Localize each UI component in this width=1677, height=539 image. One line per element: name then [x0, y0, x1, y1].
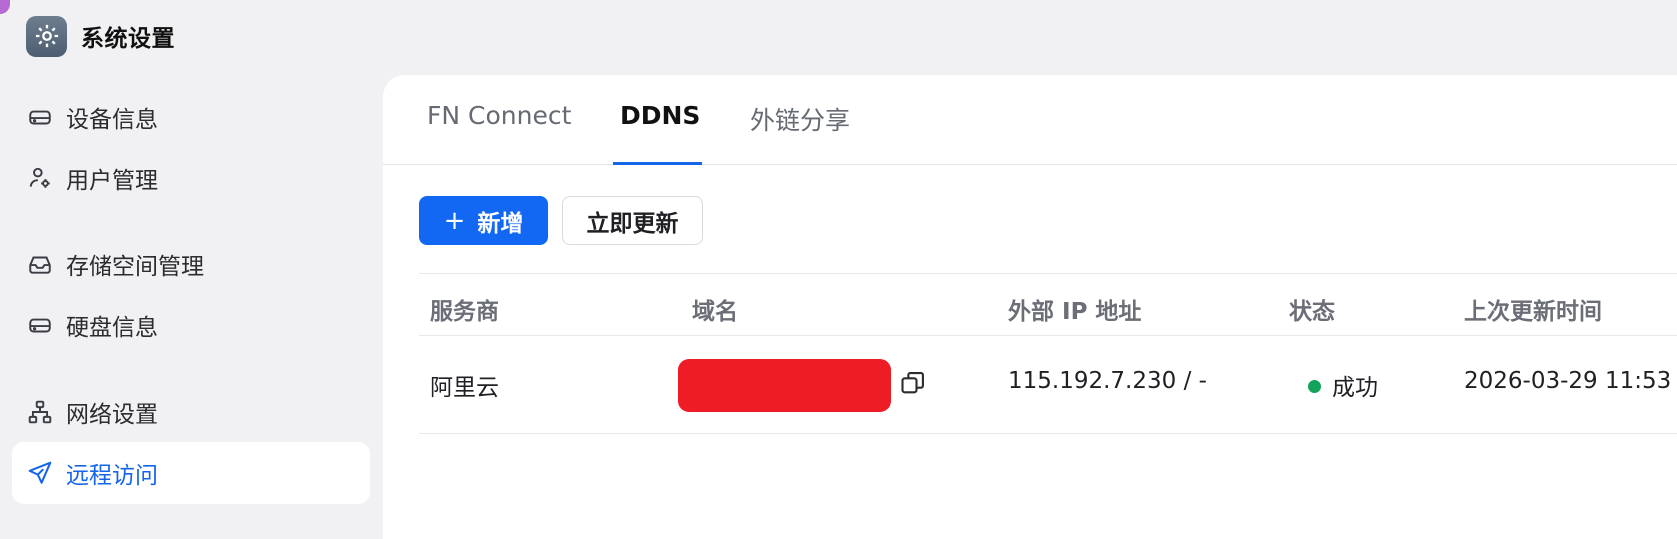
- table-row[interactable]: 阿里云 115.192.7.230 / - 成功 2026-03-29 11:5…: [419, 336, 1677, 434]
- sidebar-item-network-settings[interactable]: 网络设置: [12, 381, 370, 443]
- status-success-dot: [1308, 380, 1321, 393]
- column-header-provider: 服务商: [430, 299, 499, 325]
- plus-icon: +: [443, 205, 466, 236]
- sidebar-item-label: 设备信息: [66, 107, 158, 133]
- sidebar-item-label: 用户管理: [66, 168, 158, 194]
- gear-icon: [26, 15, 67, 57]
- column-header-last-updated: 上次更新时间: [1464, 299, 1602, 325]
- sidebar-item-user-management[interactable]: 用户管理: [12, 147, 370, 209]
- window-corner-accent: [0, 0, 10, 14]
- app-titlebar: 系统设置: [26, 15, 175, 57]
- tab-ddns[interactable]: DDNS: [620, 101, 700, 165]
- user-settings-icon: [26, 164, 54, 192]
- sidebar-item-label: 网络设置: [66, 402, 158, 428]
- domain-redacted: [678, 359, 891, 412]
- disk-icon: [26, 311, 54, 339]
- network-icon: [26, 398, 54, 426]
- sidebar-item-label: 远程访问: [66, 463, 158, 489]
- cell-last-updated: 2026-03-29 11:53: [1464, 368, 1672, 394]
- storage-icon: [26, 250, 54, 278]
- content-panel: FN Connect DDNS 外链分享 + 新增 立即更新 服务商 域名 外部…: [383, 75, 1677, 539]
- sidebar-item-label: 硬盘信息: [66, 315, 158, 341]
- app-title: 系统设置: [81, 26, 175, 52]
- column-header-status: 状态: [1289, 299, 1335, 325]
- cell-status: 成功: [1332, 375, 1378, 401]
- sidebar-item-disk-info[interactable]: 硬盘信息: [12, 294, 370, 356]
- table-header: 服务商 域名 外部 IP 地址 状态 上次更新时间: [419, 273, 1677, 336]
- active-tab-indicator: [613, 162, 702, 165]
- send-icon: [26, 459, 54, 487]
- copy-icon[interactable]: [899, 369, 927, 397]
- cell-external-ip: 115.192.7.230 / -: [1008, 368, 1207, 394]
- add-button[interactable]: + 新增: [419, 196, 548, 245]
- tab-bar: FN Connect DDNS 外链分享: [383, 75, 1677, 165]
- tab-external-share[interactable]: 外链分享: [750, 101, 850, 165]
- cell-provider: 阿里云: [430, 375, 499, 401]
- sidebar-item-label: 存储空间管理: [66, 254, 204, 280]
- sidebar-item-storage-management[interactable]: 存储空间管理: [12, 233, 370, 295]
- column-header-external-ip: 外部 IP 地址: [1008, 299, 1142, 325]
- device-icon: [26, 103, 54, 131]
- update-now-button[interactable]: 立即更新: [562, 196, 703, 245]
- column-header-domain: 域名: [692, 299, 738, 325]
- tab-fn-connect[interactable]: FN Connect: [427, 101, 571, 165]
- add-button-label: 新增: [477, 210, 524, 237]
- sidebar-item-remote-access[interactable]: 远程访问: [12, 442, 370, 504]
- sidebar-item-device-info[interactable]: 设备信息: [12, 86, 370, 148]
